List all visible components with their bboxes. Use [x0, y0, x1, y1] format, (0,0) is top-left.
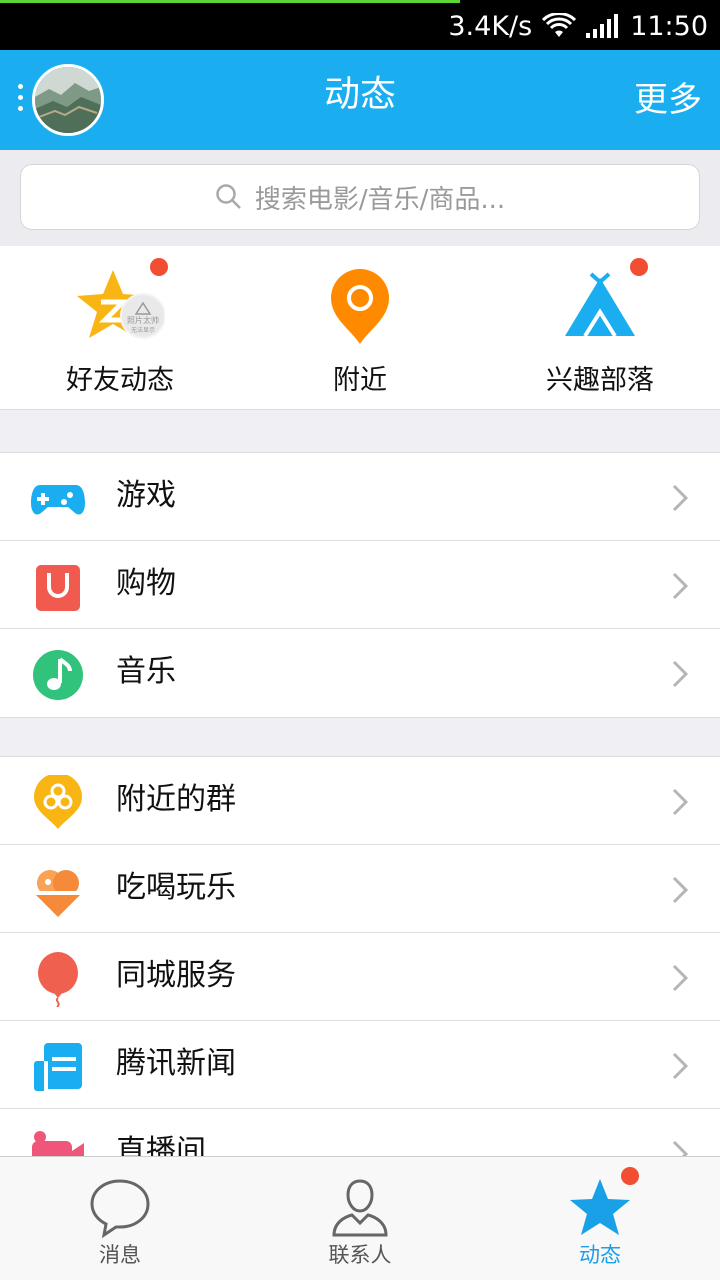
clock: 11:50 — [630, 10, 708, 42]
tab-messages[interactable]: 消息 — [0, 1157, 240, 1280]
list-item-label: 吃喝玩乐 — [116, 870, 236, 905]
bottom-tab-bar: 消息 联系人 动态 — [0, 1156, 720, 1280]
quick-link-label: 好友动态 — [66, 365, 174, 396]
quick-link-friend-feed[interactable]: 照片太帅 无法显示 好友动态 — [0, 246, 240, 410]
wifi-icon — [542, 13, 577, 39]
list-item-label: 附近的群 — [116, 782, 236, 817]
tab-contacts[interactable]: 联系人 — [240, 1157, 480, 1280]
tent-icon — [555, 268, 645, 348]
list-item-shopping[interactable]: 购物 — [0, 541, 720, 629]
chevron-right-icon — [672, 484, 689, 512]
nearby-group-icon — [34, 775, 82, 829]
list-item-label: 同城服务 — [116, 958, 236, 993]
page-title: 动态 — [323, 74, 396, 115]
tab-feed[interactable]: 动态 — [480, 1157, 720, 1280]
chevron-right-icon — [672, 788, 689, 816]
notification-badge — [621, 1167, 639, 1185]
video-camera-icon — [32, 1131, 84, 1158]
notification-badge — [630, 258, 648, 276]
signal-icon — [586, 13, 620, 39]
chevron-right-icon — [672, 876, 689, 904]
services-group-1: 游戏 购物 音乐 — [0, 452, 720, 718]
search-input[interactable]: 搜索电影/音乐/商品... — [20, 164, 700, 230]
list-item-local-services[interactable]: 同城服务 — [0, 933, 720, 1021]
tab-label: 联系人 — [328, 1243, 392, 1267]
list-item-games[interactable]: 游戏 — [0, 453, 720, 541]
list-item-food-fun[interactable]: 吃喝玩乐 — [0, 845, 720, 933]
list-item-live-room[interactable]: 直播间 — [0, 1109, 720, 1158]
list-item-music[interactable]: 音乐 — [0, 629, 720, 717]
list-item-tencent-news[interactable]: 腾讯新闻 — [0, 1021, 720, 1109]
star-icon — [570, 1179, 630, 1235]
quick-link-nearby[interactable]: 附近 — [240, 246, 480, 410]
qzone-star-icon: 照片太帅 无法显示 — [75, 268, 166, 348]
more-button[interactable]: 更多 — [634, 50, 702, 150]
gamepad-icon — [31, 485, 85, 515]
tab-label: 消息 — [99, 1243, 141, 1267]
app-header: 动态 更多 — [0, 50, 720, 150]
tab-label: 动态 — [579, 1243, 621, 1267]
chat-bubble-icon — [90, 1179, 150, 1239]
shopping-bag-icon — [36, 565, 80, 611]
network-speed: 3.4K/s — [448, 10, 533, 42]
svg-text:无法显示: 无法显示 — [131, 326, 155, 334]
news-icon — [34, 1043, 82, 1091]
status-bar: 3.4K/s 11:50 — [0, 0, 720, 50]
notification-badge — [150, 258, 168, 276]
balloon-icon — [38, 952, 78, 1007]
quick-link-label: 附近 — [333, 365, 387, 396]
load-progress-bar — [0, 0, 460, 3]
svg-text:照片太帅: 照片太帅 — [127, 315, 159, 325]
ice-cream-icon — [36, 870, 80, 917]
list-item-label: 购物 — [116, 566, 176, 601]
location-pin-icon — [315, 268, 405, 348]
list-item-label: 腾讯新闻 — [116, 1046, 236, 1081]
chevron-right-icon — [672, 964, 689, 992]
quick-link-label: 兴趣部落 — [546, 365, 654, 396]
search-icon — [216, 184, 241, 209]
chevron-right-icon — [672, 572, 689, 600]
chevron-right-icon — [672, 660, 689, 688]
quick-link-interest-tribe[interactable]: 兴趣部落 — [480, 246, 720, 410]
quick-links: 照片太帅 无法显示 好友动态 附近 兴趣部落 — [0, 246, 720, 410]
list-item-nearby-groups[interactable]: 附近的群 — [0, 757, 720, 845]
contacts-icon — [332, 1179, 388, 1237]
list-item-label: 音乐 — [116, 654, 176, 689]
services-group-2: 附近的群 吃喝玩乐 同城服务 腾讯新闻 直播间 — [0, 756, 720, 1158]
search-placeholder: 搜索电影/音乐/商品... — [254, 184, 506, 215]
list-item-label: 直播间 — [116, 1134, 206, 1158]
search-area: 搜索电影/音乐/商品... — [0, 150, 720, 246]
chevron-right-icon — [672, 1052, 689, 1080]
music-note-icon — [33, 650, 83, 700]
avatar[interactable] — [32, 64, 104, 136]
list-item-label: 游戏 — [116, 478, 176, 513]
drawer-dots-icon[interactable] — [18, 84, 24, 114]
